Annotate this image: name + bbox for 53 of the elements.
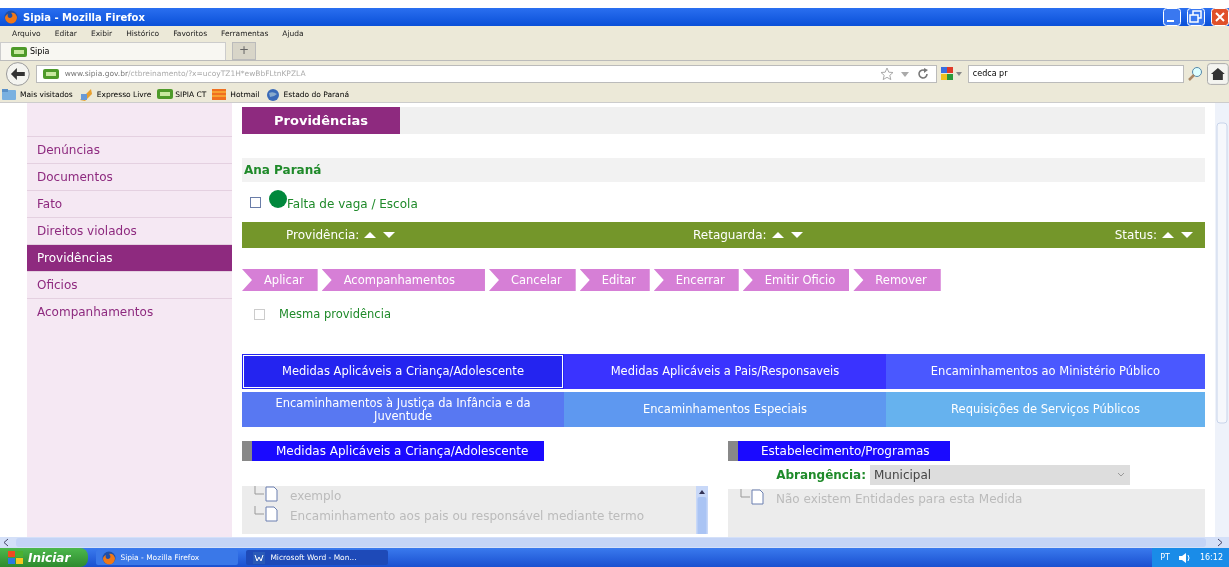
fact-label: Falta de vaga / Escola: [287, 197, 418, 211]
category-tab[interactable]: Medidas Aplicáveis a Pais/Responsaveis: [564, 354, 886, 389]
minimize-button[interactable]: [1163, 8, 1181, 26]
column-header: Retaguarda:: [693, 228, 767, 242]
panel-title: Estabelecimento/Programas: [738, 441, 950, 461]
search-engine-icon[interactable]: [940, 66, 965, 81]
panel-marker: [728, 441, 738, 461]
start-button[interactable]: Iniciar: [0, 548, 89, 567]
window-title: Sipia - Mozilla Firefox: [23, 11, 145, 23]
category-tab[interactable]: Encaminhamentos à Justiça da Infância e da Juventude: [242, 392, 564, 427]
clock: 16:12: [1199, 553, 1223, 562]
search-field[interactable]: cedca pr: [967, 64, 1185, 83]
checkbox[interactable]: [254, 308, 265, 320]
person-name: Ana Paraná: [242, 158, 1205, 182]
home-button[interactable]: [1207, 62, 1229, 85]
column-header: Providência:: [286, 228, 360, 242]
windows-logo-icon: [8, 550, 24, 565]
close-button[interactable]: [1211, 8, 1229, 26]
sidebar-item[interactable]: Oficios: [27, 271, 232, 298]
globe-icon: [265, 87, 282, 101]
filter-label: Abrangência:: [776, 468, 866, 482]
vertical-scrollbar[interactable]: [1215, 103, 1229, 537]
sidebar-item[interactable]: Denúncias: [27, 136, 232, 163]
star-icon[interactable]: [879, 66, 894, 81]
sidebar-item[interactable]: Providências: [27, 244, 232, 271]
restore-button[interactable]: [1187, 8, 1205, 26]
column-header: Status:: [1114, 228, 1157, 242]
sidebar-item[interactable]: Documentos: [27, 163, 232, 190]
checkbox-label: Mesma providência: [279, 307, 391, 321]
firefox-icon: [102, 550, 117, 565]
sidebar-item[interactable]: Acompanhamentos: [27, 298, 232, 325]
scrollbar-icon[interactable]: [696, 486, 708, 534]
dropdown-field[interactable]: Municipal: [870, 465, 1130, 485]
search-icon[interactable]: [1187, 65, 1204, 82]
panel-title: Medidas Aplicáveis a Criança/Adolescente: [252, 441, 545, 461]
mail-icon: [78, 87, 95, 101]
firefox-icon: [4, 10, 18, 24]
category-tab[interactable]: Medidas Aplicáveis a Criança/Adolescente: [242, 354, 564, 389]
speaker-icon[interactable]: [1177, 551, 1192, 564]
checkbox[interactable]: [250, 196, 261, 208]
folder-icon: [2, 87, 18, 101]
language-indicator[interactable]: PT: [1160, 553, 1170, 562]
sidebar-item[interactable]: Fato: [27, 190, 232, 217]
back-button[interactable]: [4, 61, 32, 86]
browser-tab[interactable]: Sipia: [0, 42, 226, 60]
document-icon: [252, 550, 267, 565]
horizontal-scrollbar[interactable]: [0, 537, 1229, 548]
panel-marker: [242, 441, 252, 461]
chevron-icon: [1116, 471, 1126, 479]
new-tab-button[interactable]: +: [232, 42, 256, 60]
category-tab[interactable]: Encaminhamentos ao Ministério Público: [886, 354, 1205, 389]
page-title: Providências: [242, 107, 400, 134]
reload-icon[interactable]: [915, 66, 930, 81]
